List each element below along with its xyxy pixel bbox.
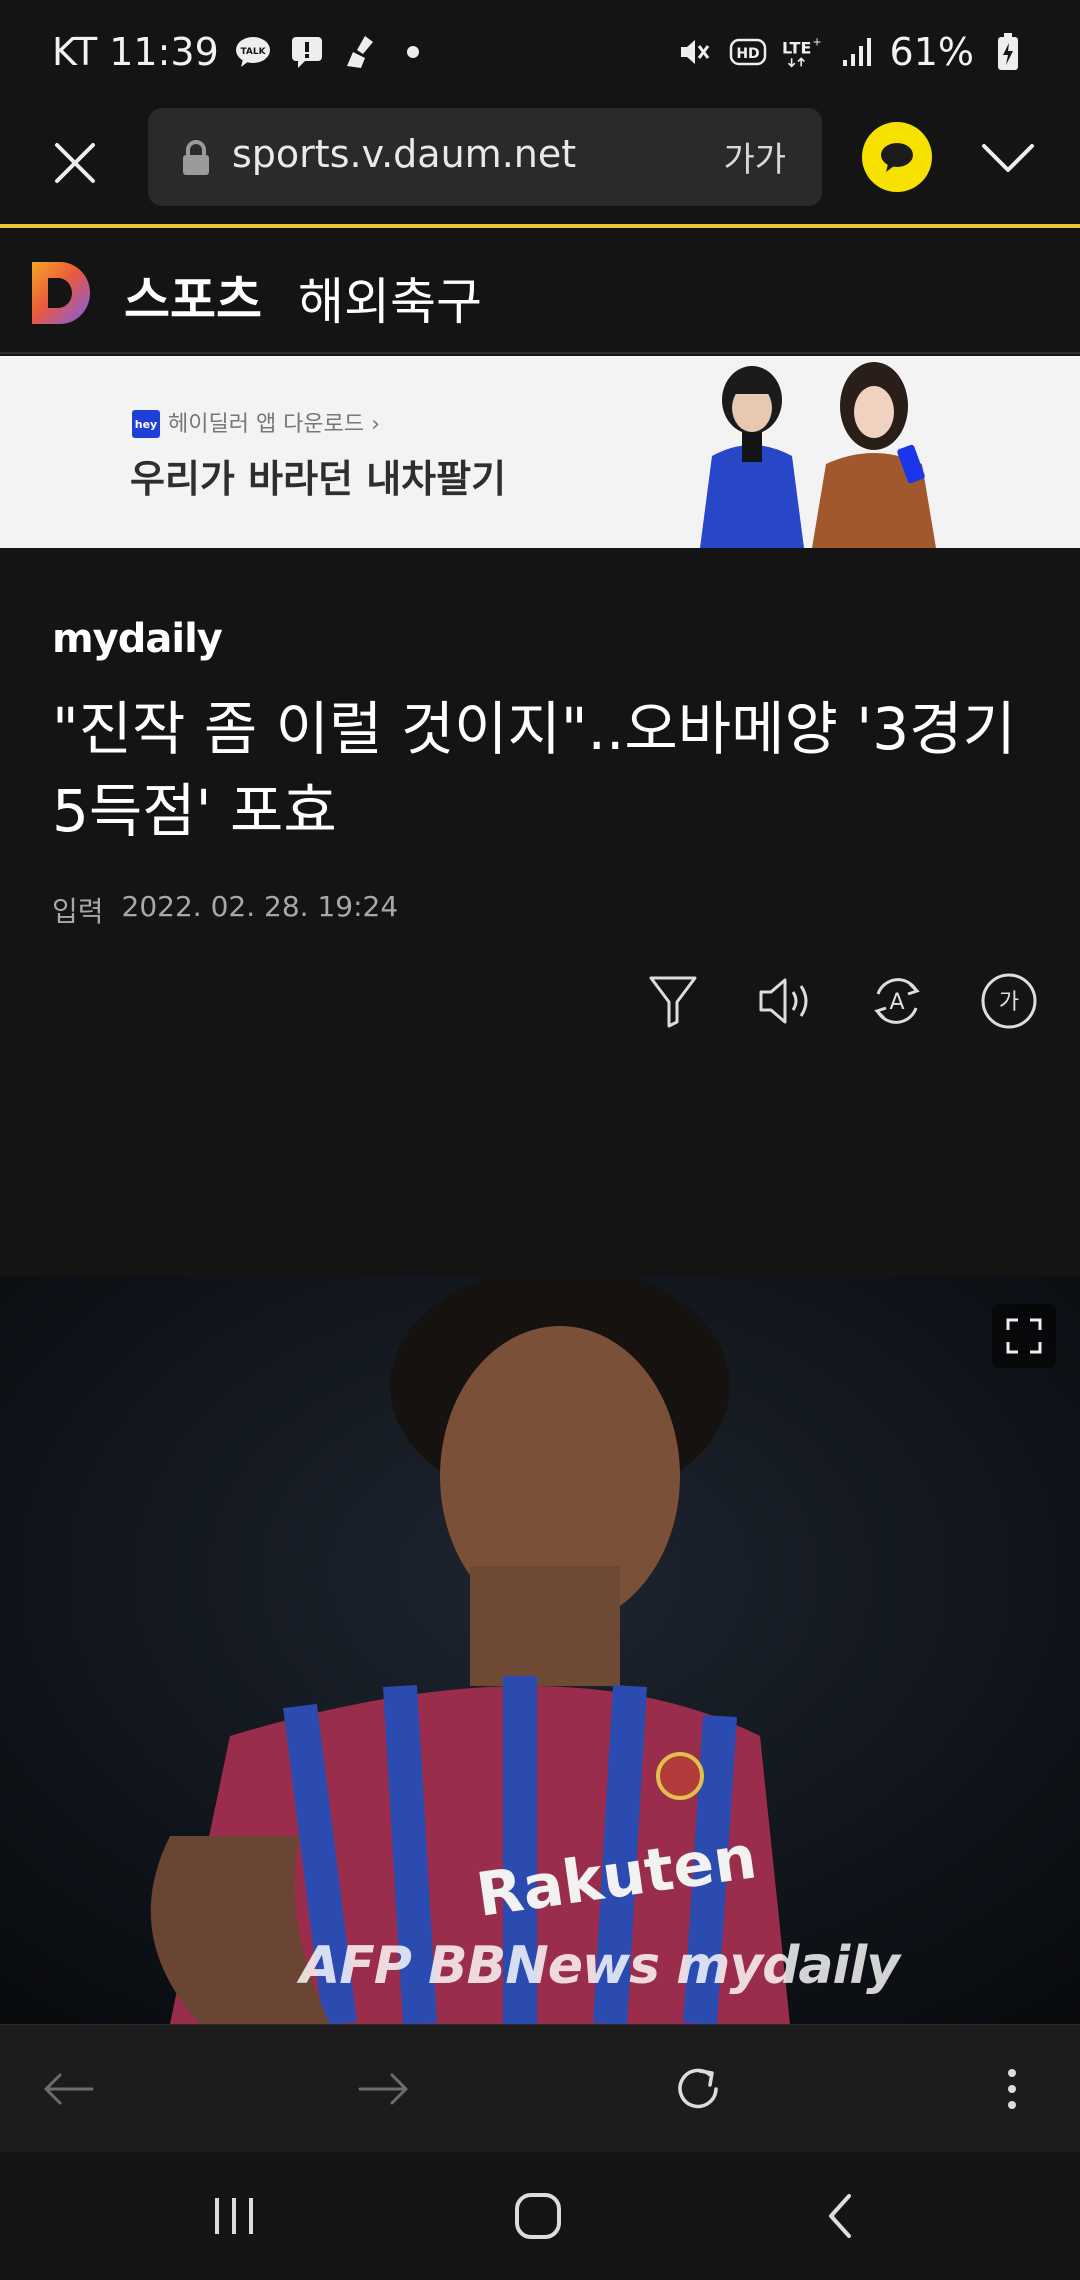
back-button[interactable] bbox=[28, 2049, 108, 2129]
url-bar: sports.v.daum.net 가가 bbox=[0, 100, 1080, 228]
svg-text:HD: HD bbox=[736, 46, 759, 62]
hd-icon: HD bbox=[728, 32, 768, 72]
svg-text:TALK: TALK bbox=[240, 47, 266, 57]
summary-button[interactable] bbox=[642, 970, 704, 1032]
section-title[interactable]: 해외축구 bbox=[298, 262, 482, 334]
chevron-down-icon bbox=[982, 144, 1034, 172]
ad-banner[interactable]: hey 헤이딜러 앱 다운로드 › 우리가 바라던 내차팔기 bbox=[0, 356, 1080, 548]
article-headline: "진작 좀 이럴 것이지"..오바메양 '3경기 5득점' 포효 bbox=[52, 695, 1016, 845]
player-photo-image: Rakuten bbox=[0, 1276, 1080, 2024]
status-left: KT 11:39 TALK bbox=[52, 24, 419, 80]
reload-icon bbox=[678, 2068, 718, 2109]
ad-subtitle: 헤이딜러 앱 다운로드 › bbox=[168, 412, 380, 437]
url-text: sports.v.daum.net bbox=[232, 132, 577, 176]
meta-date: 2022. 02. 28. 19:24 bbox=[121, 890, 399, 923]
arrow-left-icon bbox=[44, 2073, 94, 2105]
recent-apps-button[interactable] bbox=[194, 2176, 274, 2256]
more-vertical-icon bbox=[1008, 2069, 1016, 2109]
more-options-button[interactable] bbox=[972, 2049, 1052, 2129]
font-size-button[interactable]: 가가 bbox=[723, 132, 786, 181]
forward-button[interactable] bbox=[344, 2049, 424, 2129]
status-right: HD LTE + 61% bbox=[674, 24, 1028, 80]
browser-toolbar bbox=[0, 2024, 1080, 2152]
font-letter: 가 bbox=[999, 990, 1019, 1015]
listen-button[interactable] bbox=[754, 970, 816, 1032]
svg-text:+: + bbox=[812, 36, 821, 49]
site-title[interactable]: 스포츠 bbox=[124, 260, 262, 332]
notification-dot bbox=[406, 46, 419, 58]
battery-percent: 61% bbox=[889, 30, 974, 74]
reload-button[interactable] bbox=[658, 2049, 738, 2129]
article-photo[interactable]: Rakuten AFP BBNews mydaily bbox=[0, 1276, 1080, 2024]
nav-back-button[interactable] bbox=[800, 2176, 880, 2256]
speaker-icon bbox=[759, 978, 808, 1024]
ad-models-image bbox=[700, 362, 936, 548]
arrow-right-icon bbox=[358, 2073, 408, 2105]
home-button[interactable] bbox=[498, 2176, 578, 2256]
translate-button[interactable]: A bbox=[866, 970, 928, 1032]
translate-icon: A bbox=[874, 978, 920, 1024]
photo-watermark: AFP BBNews mydaily bbox=[300, 1936, 900, 1996]
chevron-left-icon bbox=[829, 2194, 851, 2238]
fullscreen-button[interactable] bbox=[992, 1304, 1056, 1368]
kakao-share-button[interactable] bbox=[862, 122, 932, 192]
close-button[interactable] bbox=[40, 128, 110, 198]
lock-icon bbox=[183, 140, 209, 175]
site-header: 스포츠 해외축구 bbox=[0, 232, 1080, 354]
article-tools: A 가 bbox=[642, 970, 1040, 1032]
article-meta: 입력 2022. 02. 28. 19:24 bbox=[52, 890, 398, 930]
carrier-time: KT 11:39 bbox=[52, 30, 219, 74]
font-setting-button[interactable]: 가 bbox=[978, 970, 1040, 1032]
menu-expand-button[interactable] bbox=[972, 122, 1044, 194]
article: mydaily "진작 좀 이럴 것이지"..오바메양 '3경기 5득점' 포효… bbox=[0, 550, 1080, 1276]
message-alert-icon bbox=[287, 32, 327, 72]
fullscreen-icon bbox=[1006, 1318, 1042, 1354]
status-bar: KT 11:39 TALK HD LTE + 61% bbox=[0, 0, 1080, 100]
lte-icon: LTE + bbox=[782, 32, 822, 72]
recent-apps-icon bbox=[215, 2198, 253, 2234]
funnel-icon bbox=[649, 976, 697, 1028]
cleaner-icon bbox=[341, 32, 381, 72]
home-icon bbox=[515, 2193, 561, 2239]
chat-bubble-icon bbox=[881, 143, 913, 172]
address-field[interactable]: sports.v.daum.net 가가 bbox=[148, 108, 822, 206]
daum-d-icon bbox=[32, 262, 90, 324]
translate-letter: A bbox=[889, 990, 904, 1015]
svg-text:LTE: LTE bbox=[782, 39, 811, 58]
signal-icon bbox=[836, 32, 876, 72]
ad-title: 우리가 바라던 내차팔기 bbox=[130, 457, 507, 501]
daum-logo[interactable] bbox=[30, 260, 92, 326]
press-logo[interactable]: mydaily bbox=[52, 616, 223, 662]
mute-icon bbox=[674, 32, 714, 72]
font-icon: 가 bbox=[981, 973, 1037, 1029]
close-icon bbox=[55, 143, 95, 183]
meta-label: 입력 bbox=[52, 895, 104, 928]
heydealer-logo: hey bbox=[132, 410, 160, 438]
system-navigation-bar bbox=[0, 2152, 1080, 2280]
battery-charging-icon bbox=[988, 32, 1028, 72]
kakaotalk-icon: TALK bbox=[233, 32, 273, 72]
